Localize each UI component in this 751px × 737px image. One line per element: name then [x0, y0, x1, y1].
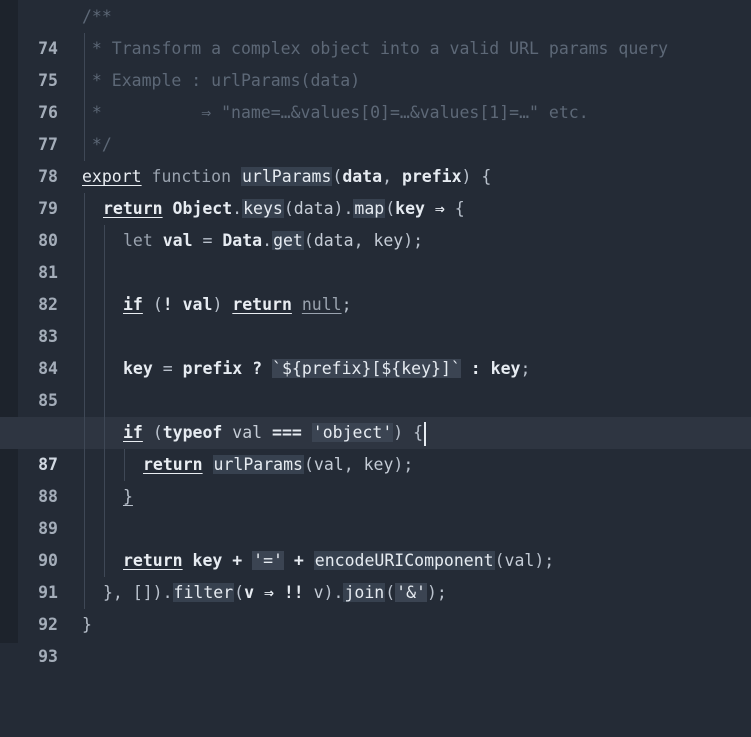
keyword-return[interactable]: return — [232, 295, 292, 314]
keyword-export[interactable]: export — [82, 167, 142, 186]
param-data[interactable]: data — [342, 167, 382, 186]
string-equals[interactable]: '=' — [252, 551, 284, 570]
code-line-89[interactable]: 89 } — [0, 481, 751, 538]
code-line-80[interactable]: 80 return Object.keys(data).map(key ⇒ { — [0, 193, 751, 250]
keyword-return[interactable]: return — [123, 551, 183, 570]
code-line-76[interactable]: 76 * Example : urlParams(data) — [0, 65, 751, 122]
method-join[interactable]: join — [343, 583, 386, 602]
doc-comment-line: * ⇒ "name=…&values[0]=…&values[1]=…" etc… — [82, 103, 589, 122]
doc-comment-open: /** — [82, 7, 112, 26]
code-line-78[interactable]: 78 */ — [0, 129, 751, 186]
code-line-86[interactable]: 86 — [0, 385, 751, 442]
indent-guide — [104, 481, 105, 513]
code-line-91[interactable]: 91 return key + '=' + encodeURIComponent… — [0, 545, 751, 602]
code-line-77[interactable]: 77 * ⇒ "name=…&values[0]=…&values[1]=…" … — [0, 97, 751, 154]
doc-comment-close: */ — [82, 135, 112, 154]
param-prefix[interactable]: prefix — [402, 167, 462, 186]
function-name[interactable]: urlParams — [240, 167, 333, 186]
indent-guide — [84, 321, 85, 353]
code-line-82[interactable]: 82 — [0, 257, 751, 314]
code-line-74[interactable]: 74 /** — [0, 1, 751, 58]
code-line-79[interactable]: 79 export function urlParams(data, prefi… — [0, 161, 751, 218]
indent-guide — [84, 449, 85, 481]
indent-guide — [104, 225, 105, 257]
keyword-if[interactable]: if — [123, 295, 143, 314]
keyword-return[interactable]: return — [103, 199, 163, 218]
function-encodeuricomponent[interactable]: encodeURIComponent — [313, 551, 495, 570]
indent-guide — [104, 321, 105, 353]
indent-guide — [104, 417, 105, 449]
method-get[interactable]: get — [272, 231, 304, 250]
identifier-data-class[interactable]: Data — [222, 231, 262, 250]
code-editor[interactable]: 74 /** 75 * Transform a complex object i… — [0, 0, 751, 666]
template-string[interactable]: `${prefix}[${key}]` — [272, 359, 461, 378]
method-filter[interactable]: filter — [172, 583, 235, 602]
keyword-if[interactable]: if — [123, 423, 143, 442]
indent-guide — [84, 257, 85, 289]
indent-guide — [84, 417, 85, 449]
code-line-85[interactable]: 85 key = prefix ? `${prefix}[${key}]` : … — [0, 353, 751, 410]
indent-guide — [104, 257, 105, 289]
indent-guide — [84, 289, 85, 321]
string-ampersand[interactable]: '&' — [395, 583, 427, 602]
code-line-84[interactable]: 84 — [0, 321, 751, 378]
doc-comment-line: * Transform a complex object into a vali… — [82, 39, 669, 58]
text-cursor — [424, 421, 427, 446]
code-line-93[interactable]: 93 } — [0, 609, 751, 666]
indent-guide — [84, 513, 85, 545]
doc-comment-line: * Example : urlParams(data) — [82, 71, 361, 90]
indent-guide — [104, 353, 105, 385]
code-line-75[interactable]: 75 * Transform a complex object into a v… — [0, 33, 751, 90]
indent-guide — [104, 289, 105, 321]
arrow-operator: ⇒ — [434, 199, 445, 218]
indent-guide — [104, 385, 105, 417]
function-call-urlparams[interactable]: urlParams — [212, 455, 304, 474]
indent-guide — [84, 545, 85, 577]
method-keys[interactable]: keys — [242, 199, 284, 218]
identifier-object[interactable]: Object — [173, 199, 233, 218]
keyword-return[interactable]: return — [143, 455, 203, 474]
code-line-92[interactable]: 92 }, []).filter(v ⇒ !! v).join('&'); — [0, 577, 751, 634]
keyword-typeof[interactable]: typeof — [163, 423, 223, 442]
indent-guide — [84, 193, 85, 225]
indent-guide — [104, 545, 105, 577]
code-line-88[interactable]: 88 return urlParams(val, key); — [0, 449, 751, 506]
keyword-let[interactable]: let — [123, 231, 153, 250]
method-map[interactable]: map — [353, 199, 386, 218]
indent-guide — [104, 513, 105, 545]
code-line-90[interactable]: 90 — [0, 513, 751, 570]
matching-brace: } — [123, 487, 133, 506]
code-line-87-active[interactable]: 87 if (typeof val === 'object') { — [0, 417, 751, 474]
indent-guide — [84, 385, 85, 417]
indent-guide — [84, 353, 85, 385]
indent-guide — [84, 225, 85, 257]
indent-guide — [84, 577, 85, 609]
indent-guide — [84, 481, 85, 513]
line-number: 93 — [38, 647, 58, 666]
string-object[interactable]: 'object' — [311, 423, 394, 442]
indent-guide — [104, 449, 105, 481]
indent-guide — [124, 449, 125, 481]
keyword-function[interactable]: function — [152, 167, 231, 186]
closing-brace: } — [82, 615, 92, 634]
literal-null[interactable]: null — [302, 295, 342, 314]
code-line-83[interactable]: 83 if (! val) return null; — [0, 289, 751, 346]
code-line-81[interactable]: 81 let val = Data.get(data, key); — [0, 225, 751, 282]
